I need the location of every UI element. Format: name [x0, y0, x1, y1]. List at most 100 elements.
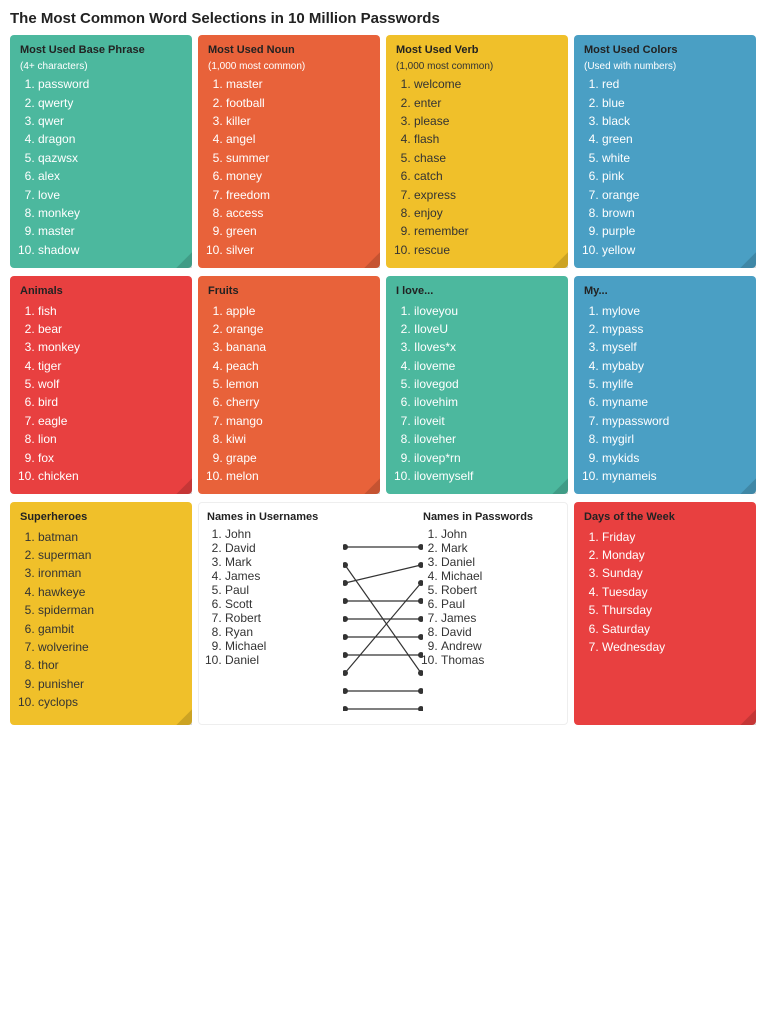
days-list: Friday Monday Sunday Tuesday Thursday Sa…	[584, 529, 746, 657]
card-verb: Most Used Verb (1,000 most common) welco…	[386, 35, 568, 268]
card-base-phrase-subtitle: (4+ characters)	[20, 61, 182, 72]
list-item: fish	[38, 303, 182, 320]
list-item: chase	[414, 150, 558, 167]
list-item: remember	[414, 223, 558, 240]
list-item: Andrew	[441, 639, 559, 653]
list-item: monkey	[38, 205, 182, 222]
list-item: Sunday	[602, 565, 746, 582]
card-colors: Most Used Colors (Used with numbers) red…	[574, 35, 756, 268]
list-item: orange	[602, 187, 746, 204]
list-item: Iloves*x	[414, 339, 558, 356]
card-my: My... mylove mypass myself mybaby mylife…	[574, 276, 756, 494]
list-item: John	[441, 527, 559, 541]
list-item: Paul	[441, 597, 559, 611]
list-item: iloveher	[414, 431, 558, 448]
list-item: Friday	[602, 529, 746, 546]
list-item: enter	[414, 95, 558, 112]
list-item: punisher	[38, 676, 182, 693]
list-item: ilovemyself	[414, 468, 558, 485]
list-item: Robert	[441, 583, 559, 597]
list-item: money	[226, 168, 370, 185]
names-passwords-title: Names in Passwords	[423, 511, 559, 523]
list-item: lion	[38, 431, 182, 448]
list-item: cherry	[226, 394, 370, 411]
list-item: mypass	[602, 321, 746, 338]
list-item: Daniel	[225, 653, 343, 667]
list-item: cyclops	[38, 694, 182, 711]
card-fruits: Fruits apple orange banana peach lemon c…	[198, 276, 380, 494]
list-item: ilovegod	[414, 376, 558, 393]
list-item: tiger	[38, 358, 182, 375]
card-superheroes-title: Superheroes	[20, 510, 182, 524]
list-item: black	[602, 113, 746, 130]
list-item: IloveU	[414, 321, 558, 338]
list-item: master	[38, 223, 182, 240]
names-usernames-list: John David Mark James Paul Scott Robert …	[207, 527, 343, 667]
card-ilove-title: I love...	[396, 284, 558, 298]
card-colors-title: Most Used Colors	[584, 43, 746, 57]
names-connector	[343, 511, 423, 716]
list-item: mypassword	[602, 413, 746, 430]
list-item: James	[441, 611, 559, 625]
list-item: Paul	[225, 583, 343, 597]
list-item: Ryan	[225, 625, 343, 639]
list-item: Thomas	[441, 653, 559, 667]
list-item: iloveyou	[414, 303, 558, 320]
list-item: freedom	[226, 187, 370, 204]
list-item: catch	[414, 168, 558, 185]
list-item: Thursday	[602, 602, 746, 619]
connector-svg	[343, 511, 423, 711]
list-item: Saturday	[602, 621, 746, 638]
card-animals-title: Animals	[20, 284, 182, 298]
list-item: football	[226, 95, 370, 112]
card-base-phrase: Most Used Base Phrase (4+ characters) pa…	[10, 35, 192, 268]
list-item: green	[602, 131, 746, 148]
ilove-list: iloveyou IloveU Iloves*x iloveme ilovego…	[396, 303, 558, 486]
list-item: ironman	[38, 565, 182, 582]
list-item: love	[38, 187, 182, 204]
card-names: Names in Usernames John David Mark James…	[198, 502, 568, 725]
my-list: mylove mypass myself mybaby mylife mynam…	[584, 303, 746, 486]
list-item: please	[414, 113, 558, 130]
card-fruits-title: Fruits	[208, 284, 370, 298]
list-item: brown	[602, 205, 746, 222]
list-item: wolverine	[38, 639, 182, 656]
list-item: mynameis	[602, 468, 746, 485]
row-3: Superheroes batman superman ironman hawk…	[10, 502, 756, 725]
list-item: melon	[226, 468, 370, 485]
list-item: lemon	[226, 376, 370, 393]
list-item: Scott	[225, 597, 343, 611]
card-animals: Animals fish bear monkey tiger wolf bird…	[10, 276, 192, 494]
list-item: shadow	[38, 242, 182, 259]
list-item: Robert	[225, 611, 343, 625]
list-item: blue	[602, 95, 746, 112]
list-item: Mark	[225, 555, 343, 569]
list-item: qwerty	[38, 95, 182, 112]
names-passwords-col: Names in Passwords John Mark Daniel Mich…	[423, 511, 559, 716]
list-item: monkey	[38, 339, 182, 356]
list-item: access	[226, 205, 370, 222]
card-ilove: I love... iloveyou IloveU Iloves*x ilove…	[386, 276, 568, 494]
list-item: angel	[226, 131, 370, 148]
list-item: bird	[38, 394, 182, 411]
list-item: wolf	[38, 376, 182, 393]
list-item: mylife	[602, 376, 746, 393]
list-item: grape	[226, 450, 370, 467]
list-item: David	[441, 625, 559, 639]
list-item: banana	[226, 339, 370, 356]
list-item: ilovep*rn	[414, 450, 558, 467]
base-phrase-list: password qwerty qwer dragon qazwsx alex …	[20, 76, 182, 259]
card-superheroes: Superheroes batman superman ironman hawk…	[10, 502, 192, 725]
noun-list: master football killer angel summer mone…	[208, 76, 370, 259]
card-verb-title: Most Used Verb	[396, 43, 558, 57]
colors-list: red blue black green white pink orange b…	[584, 76, 746, 259]
card-days: Days of the Week Friday Monday Sunday Tu…	[574, 502, 756, 725]
list-item: kiwi	[226, 431, 370, 448]
animals-list: fish bear monkey tiger wolf bird eagle l…	[20, 303, 182, 486]
list-item: eagle	[38, 413, 182, 430]
list-item: Michael	[441, 569, 559, 583]
list-item: hawkeye	[38, 584, 182, 601]
page-title: The Most Common Word Selections in 10 Mi…	[10, 10, 756, 27]
card-base-phrase-title: Most Used Base Phrase	[20, 43, 182, 57]
list-item: James	[225, 569, 343, 583]
